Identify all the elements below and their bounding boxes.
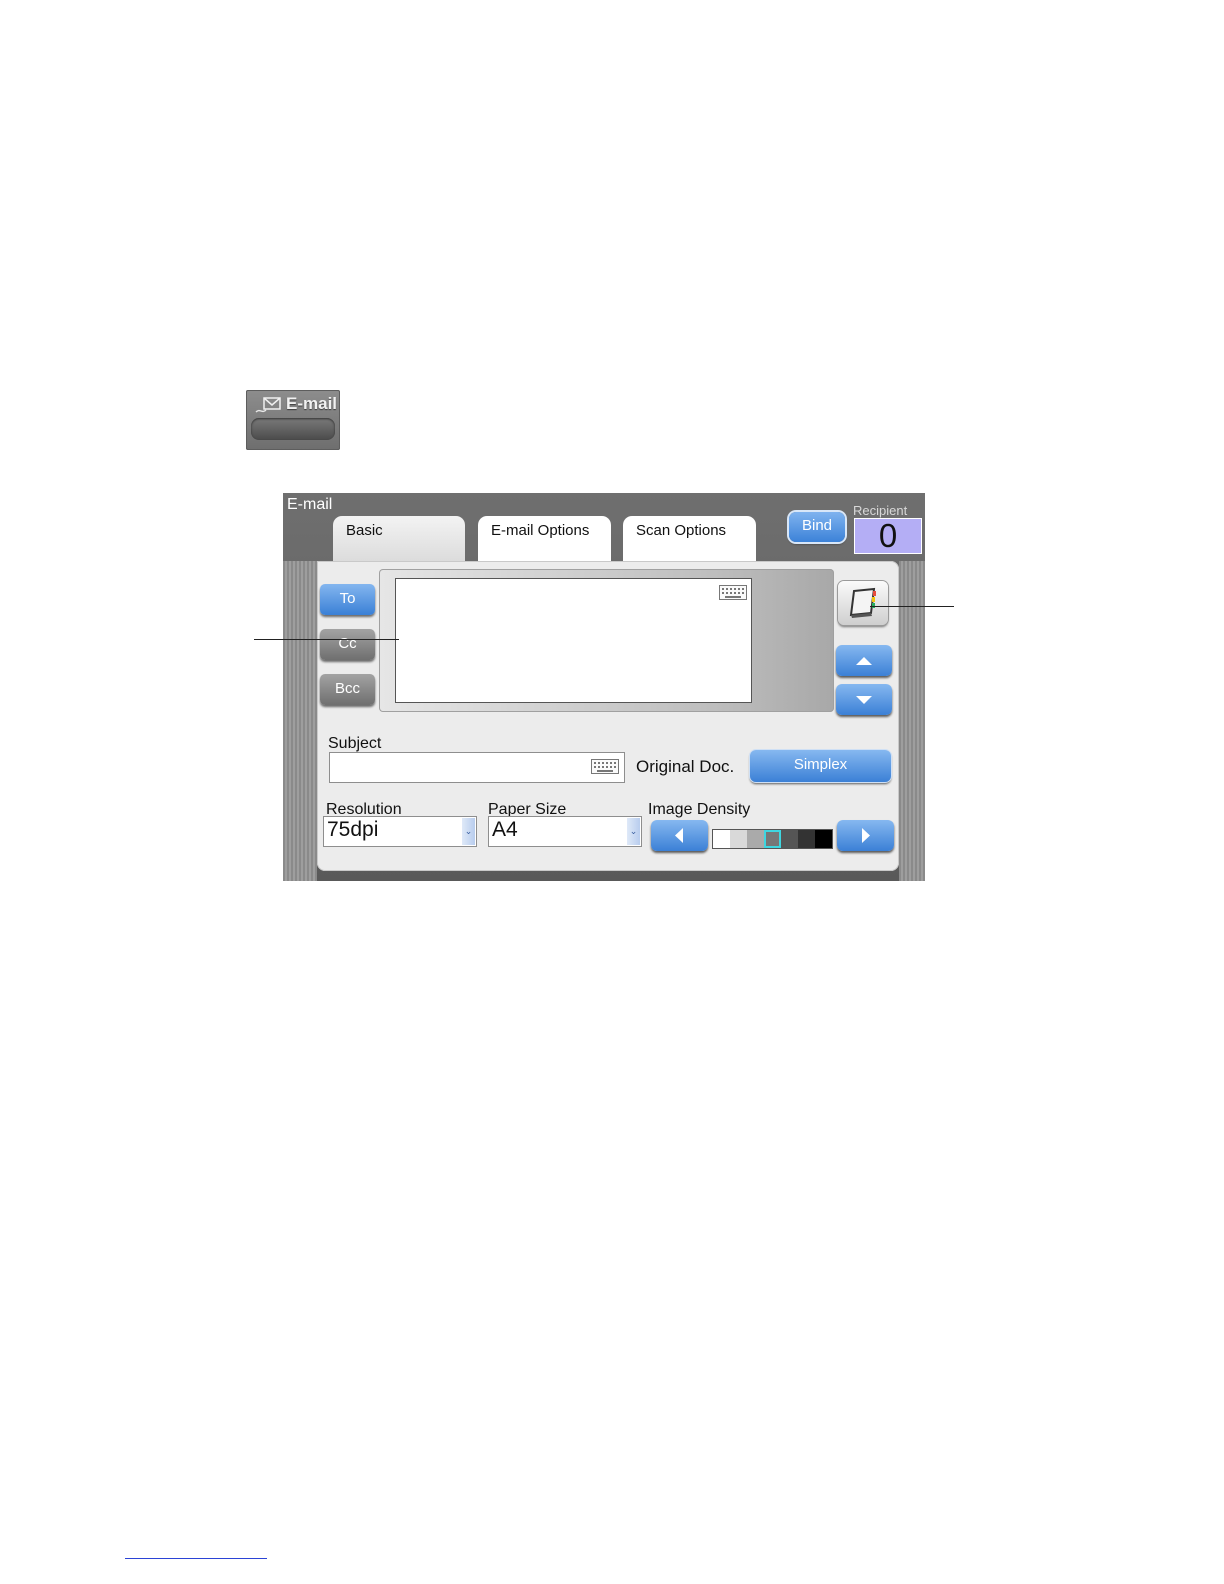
bcc-button[interactable]: Bcc <box>320 674 375 705</box>
tab-scan-options[interactable]: Scan Options <box>623 516 756 561</box>
callout-line-address-book <box>870 606 954 607</box>
density-level-cell <box>764 830 781 848</box>
address-frame <box>379 569 834 712</box>
bind-button[interactable]: Bind <box>789 512 845 542</box>
keyboard-icon[interactable] <box>591 759 619 774</box>
address-book-icon <box>849 587 876 618</box>
density-level-cell <box>798 830 815 848</box>
email-mode-button[interactable]: E-mail <box>246 390 340 450</box>
scroll-up-button[interactable] <box>836 645 892 676</box>
chevron-down-icon: ⌄ <box>627 818 640 845</box>
resolution-value: 75dpi <box>327 818 379 841</box>
paper-size-value: A4 <box>492 818 518 841</box>
email-mode-label: E-mail <box>286 394 338 413</box>
density-level-cell <box>730 830 747 848</box>
address-input-area[interactable] <box>395 578 752 703</box>
keyboard-icon[interactable] <box>719 585 747 600</box>
email-panel: E-mail Basic E-mail Options Scan Options… <box>283 493 925 881</box>
cc-button[interactable]: Cc <box>320 629 375 660</box>
tab-email-options[interactable]: E-mail Options <box>478 516 611 561</box>
arrow-left-icon <box>675 828 683 843</box>
subject-label: Subject <box>328 735 382 752</box>
basic-tab-content: To Cc Bcc Subject Original Doc. Simplex … <box>317 561 899 871</box>
envelope-icon <box>255 397 281 413</box>
density-increase-button[interactable] <box>837 820 894 851</box>
subject-input[interactable] <box>329 752 625 783</box>
left-stripes <box>283 561 317 881</box>
tab-basic[interactable]: Basic <box>333 516 465 561</box>
chevron-down-icon: ⌄ <box>462 818 475 845</box>
arrow-down-icon <box>856 696 872 704</box>
density-level-cell <box>781 830 798 848</box>
recipient-label: Recipient <box>853 503 908 518</box>
resolution-select[interactable]: 75dpi ⌄ <box>323 816 477 847</box>
right-stripes <box>899 561 925 881</box>
scroll-down-button[interactable] <box>836 684 892 715</box>
panel-title: E-mail <box>287 496 333 513</box>
density-level-cell <box>747 830 764 848</box>
density-decrease-button[interactable] <box>651 820 708 851</box>
to-button[interactable]: To <box>320 584 375 615</box>
simplex-button[interactable]: Simplex <box>750 750 891 782</box>
arrow-up-icon <box>856 657 872 665</box>
email-mode-bar <box>251 418 335 440</box>
callout-line-address <box>254 639 399 640</box>
address-book-button[interactable] <box>838 581 888 625</box>
footnote-rule <box>125 1558 267 1559</box>
density-level-cell <box>815 830 832 848</box>
arrow-right-icon <box>862 828 870 843</box>
density-level-cell <box>713 830 730 848</box>
image-density-label: Image Density <box>648 801 751 818</box>
original-doc-label: Original Doc. <box>636 757 735 776</box>
density-scale <box>712 829 833 849</box>
paper-size-select[interactable]: A4 ⌄ <box>488 816 642 847</box>
recipient-count: 0 <box>854 518 922 554</box>
